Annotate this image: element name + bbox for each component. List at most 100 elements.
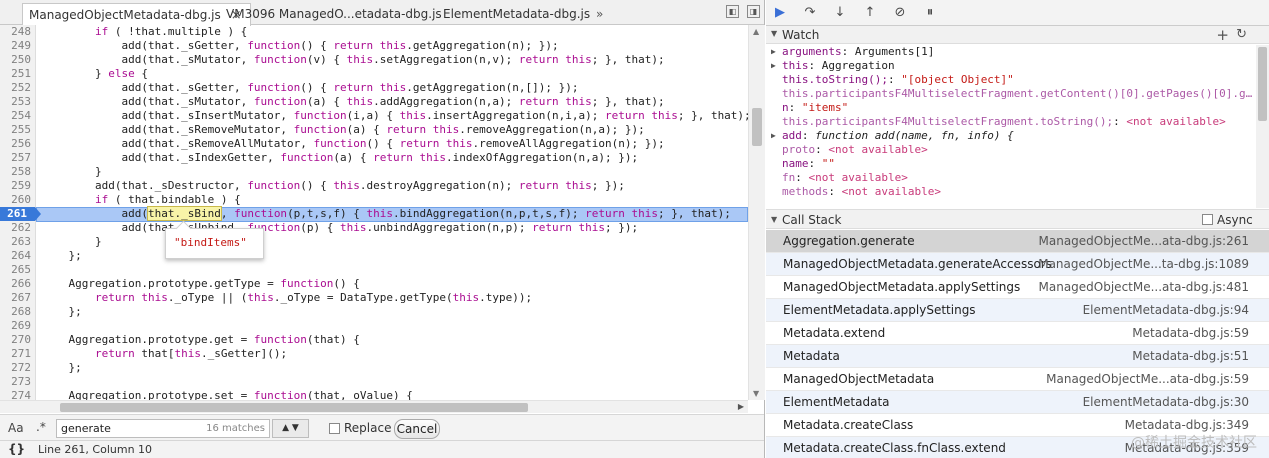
watch-expression[interactable]: methods: <not available> bbox=[766, 185, 1256, 199]
line-number[interactable]: 266 bbox=[0, 277, 36, 291]
watch-expression[interactable]: fn: <not available> bbox=[766, 171, 1256, 185]
toggle-debugger-icon[interactable]: ◨ bbox=[747, 5, 760, 18]
frame-location[interactable]: Metadata-dbg.js:51 bbox=[1132, 345, 1249, 368]
code-line[interactable]: 266 Aggregation.prototype.getType = func… bbox=[0, 277, 748, 291]
code-line[interactable]: 259 add(that._sDestructor, function() { … bbox=[0, 179, 748, 193]
watch-expression[interactable]: ▶ arguments: Arguments[1] bbox=[766, 45, 1256, 59]
line-number[interactable]: 260 bbox=[0, 193, 36, 207]
code-line[interactable]: 258 } bbox=[0, 165, 748, 179]
watch-expression[interactable]: proto: <not available> bbox=[766, 143, 1256, 157]
line-number[interactable]: 248 bbox=[0, 25, 36, 39]
add-expression-icon[interactable]: + bbox=[1216, 26, 1229, 44]
async-checkbox[interactable] bbox=[1202, 214, 1213, 225]
watch-section-header[interactable]: ▼ Watch + ↻ bbox=[766, 26, 1269, 44]
code-line[interactable]: 249 add(that._sGetter, function() { retu… bbox=[0, 39, 748, 53]
search-input[interactable]: generate 16 matches bbox=[56, 419, 270, 438]
scroll-down-icon[interactable]: ▼ bbox=[753, 389, 759, 398]
code-line[interactable]: 260 if ( that.bindable ) { bbox=[0, 193, 748, 207]
line-number[interactable]: 264 bbox=[0, 249, 36, 263]
line-number[interactable]: 251 bbox=[0, 67, 36, 81]
callstack-frame[interactable]: Aggregation.generate ManagedObjectMe...at… bbox=[766, 230, 1269, 253]
tab-managedobjectmetadata[interactable]: ManagedObjectMetadata-dbg.js × bbox=[22, 3, 251, 26]
code-line[interactable]: 254 add(that._sInsertMutator, function(i… bbox=[0, 109, 748, 123]
code-editor[interactable]: 248 if ( !that.multiple ) {249 add(that.… bbox=[0, 25, 748, 400]
line-number[interactable]: 252 bbox=[0, 81, 36, 95]
scroll-thumb[interactable] bbox=[60, 403, 528, 412]
line-number[interactable]: 271 bbox=[0, 347, 36, 361]
line-number[interactable]: 255 bbox=[0, 123, 36, 137]
line-number[interactable]: 259 bbox=[0, 179, 36, 193]
line-number[interactable]: 268 bbox=[0, 305, 36, 319]
frame-location[interactable]: Metadata-dbg.js:59 bbox=[1132, 322, 1249, 345]
scroll-right-icon[interactable]: ▶ bbox=[738, 402, 744, 411]
callstack-frame[interactable]: ManagedObjectMetadata.applySettings Manag… bbox=[766, 276, 1269, 299]
scroll-thumb[interactable] bbox=[1258, 47, 1267, 121]
expand-arrow-icon[interactable]: ▶ bbox=[771, 129, 776, 143]
search-prev-next-button[interactable]: ▲ ▼ bbox=[272, 419, 309, 438]
more-tabs-icon[interactable]: » bbox=[596, 3, 603, 25]
regex-toggle[interactable]: .* bbox=[36, 420, 46, 434]
line-number[interactable]: 274 bbox=[0, 389, 36, 400]
toggle-navigator-icon[interactable]: ◧ bbox=[726, 5, 739, 18]
line-number[interactable]: 270 bbox=[0, 333, 36, 347]
editor-horizontal-scrollbar[interactable]: ▶ bbox=[0, 400, 748, 413]
code-line[interactable]: 252 add(that._sGetter, function() { retu… bbox=[0, 81, 748, 95]
line-number[interactable]: 258 bbox=[0, 165, 36, 179]
code-line[interactable]: 253 add(that._sMutator, function(a) { th… bbox=[0, 95, 748, 109]
watch-expression[interactable]: ▶ add: function add(name, fn, info) { bbox=[766, 129, 1256, 143]
code-line[interactable]: 255 add(that._sRemoveMutator, function(a… bbox=[0, 123, 748, 137]
watch-scrollbar[interactable] bbox=[1256, 45, 1269, 208]
match-case-toggle[interactable]: Aa bbox=[8, 421, 24, 435]
pretty-print-icon[interactable]: {} bbox=[8, 442, 25, 456]
callstack-frame[interactable]: ManagedObjectMetadata.generateAccessors M… bbox=[766, 253, 1269, 276]
callstack-section-header[interactable]: ▼ Call Stack Async bbox=[766, 209, 1269, 229]
watch-expression[interactable]: name: "" bbox=[766, 157, 1256, 171]
scroll-thumb[interactable] bbox=[752, 108, 762, 146]
frame-location[interactable]: ManagedObjectMe...ta-dbg.js:1089 bbox=[1038, 253, 1249, 276]
line-number[interactable]: 256 bbox=[0, 137, 36, 151]
line-number[interactable]: 250 bbox=[0, 53, 36, 67]
frame-location[interactable]: ManagedObjectMe...ata-dbg.js:481 bbox=[1039, 276, 1250, 299]
callstack-frame[interactable]: ElementMetadata.applySettings ElementMeta… bbox=[766, 299, 1269, 322]
frame-location[interactable]: ElementMetadata-dbg.js:94 bbox=[1083, 299, 1249, 322]
code-line[interactable]: 272 }; bbox=[0, 361, 748, 375]
code-line[interactable]: 265 bbox=[0, 263, 748, 277]
line-number[interactable]: 265 bbox=[0, 263, 36, 277]
line-number[interactable]: 273 bbox=[0, 375, 36, 389]
watch-expression[interactable]: ▶ this: Aggregation bbox=[766, 59, 1256, 73]
callstack-frame[interactable]: Metadata.extend Metadata-dbg.js:59 bbox=[766, 322, 1269, 345]
breakpoint-marker[interactable]: 261 bbox=[0, 207, 41, 221]
callstack-frame[interactable]: Metadata Metadata-dbg.js:51 bbox=[766, 345, 1269, 368]
code-line[interactable]: 268 }; bbox=[0, 305, 748, 319]
code-line[interactable]: 257 add(that._sIndexGetter, function(a) … bbox=[0, 151, 748, 165]
code-line[interactable]: 262 add(that._sUnbind, function(p) { thi… bbox=[0, 221, 748, 235]
pause-on-exceptions-icon[interactable]: ⏸ bbox=[922, 5, 938, 21]
code-line[interactable]: 271 return that[this._sGetter](); bbox=[0, 347, 748, 361]
watch-expression[interactable]: this.toString();: "[object Object]" bbox=[766, 73, 1256, 87]
watch-expression[interactable]: this.participantsF4MultiselectFragment.g… bbox=[766, 87, 1256, 101]
line-number[interactable]: 257 bbox=[0, 151, 36, 165]
code-line[interactable]: 248 if ( !that.multiple ) { bbox=[0, 25, 748, 39]
line-number[interactable]: 263 bbox=[0, 235, 36, 249]
resume-icon[interactable]: ▶︎ bbox=[772, 5, 788, 21]
callstack-frame[interactable]: ManagedObjectMetadata ManagedObjectMe...a… bbox=[766, 368, 1269, 391]
scroll-up-icon[interactable]: ▲ bbox=[753, 27, 759, 36]
code-line[interactable]: 261 add(that._sBind, function(p,t,s,f) {… bbox=[0, 206, 748, 222]
expand-arrow-icon[interactable]: ▶ bbox=[771, 45, 776, 59]
replace-checkbox[interactable] bbox=[329, 423, 340, 434]
code-line[interactable]: 270 Aggregation.prototype.get = function… bbox=[0, 333, 748, 347]
code-line[interactable]: 264 }; bbox=[0, 249, 748, 263]
expand-arrow-icon[interactable]: ▶ bbox=[771, 59, 776, 73]
line-number[interactable]: 267 bbox=[0, 291, 36, 305]
cancel-button[interactable]: Cancel bbox=[394, 419, 440, 439]
callstack-frame[interactable]: ElementMetadata ElementMetadata-dbg.js:30 bbox=[766, 391, 1269, 414]
code-line[interactable]: 250 add(that._sMutator, function(v) { th… bbox=[0, 53, 748, 67]
line-number[interactable]: 262 bbox=[0, 221, 36, 235]
tab-vm3096[interactable]: VM3096 ManagedO...etadata-dbg.js bbox=[226, 3, 442, 25]
step-out-icon[interactable]: ↑ bbox=[862, 5, 878, 21]
code-line[interactable]: 273 bbox=[0, 375, 748, 389]
line-number[interactable]: 253 bbox=[0, 95, 36, 109]
watch-expression[interactable]: n: "items" bbox=[766, 101, 1256, 115]
frame-location[interactable]: ElementMetadata-dbg.js:30 bbox=[1083, 391, 1249, 414]
tab-elementmetadata[interactable]: ElementMetadata-dbg.js bbox=[443, 3, 590, 25]
